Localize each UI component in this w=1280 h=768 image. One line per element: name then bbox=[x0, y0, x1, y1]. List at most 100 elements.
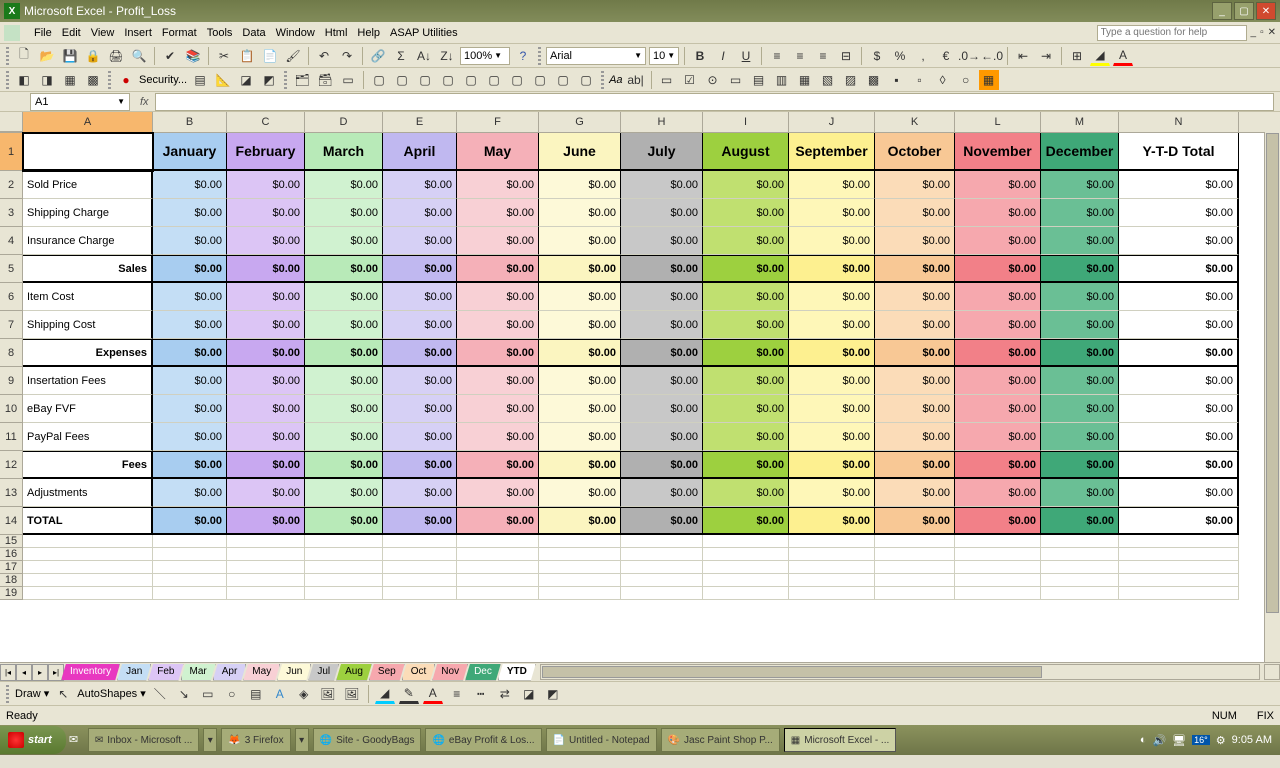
cell-5-L[interactable]: $0.00 bbox=[955, 255, 1041, 283]
tb-icon[interactable]: ○ bbox=[956, 70, 976, 90]
cell-12-M[interactable]: $0.00 bbox=[1041, 451, 1119, 479]
tb-icon[interactable]: ▧ bbox=[818, 70, 838, 90]
underline-button[interactable]: U bbox=[736, 46, 756, 66]
cell-14-E[interactable]: $0.00 bbox=[383, 507, 457, 535]
cell-2-H[interactable]: $0.00 bbox=[621, 171, 703, 199]
cell-18-H[interactable] bbox=[621, 574, 703, 587]
tb-icon[interactable]: ◪ bbox=[236, 70, 256, 90]
row-header-6[interactable]: 6 bbox=[0, 283, 23, 311]
cell-9-N[interactable]: $0.00 bbox=[1119, 367, 1239, 395]
line-icon[interactable]: ＼ bbox=[150, 684, 170, 704]
cell-18-J[interactable] bbox=[789, 574, 875, 587]
cell-10-N[interactable]: $0.00 bbox=[1119, 395, 1239, 423]
cell-4-F[interactable]: $0.00 bbox=[457, 227, 539, 255]
row-header-17[interactable]: 17 bbox=[0, 561, 23, 574]
cell-15-D[interactable] bbox=[305, 535, 383, 548]
cell-15-H[interactable] bbox=[621, 535, 703, 548]
cell-13-N[interactable]: $0.00 bbox=[1119, 479, 1239, 507]
cell-5-J[interactable]: $0.00 bbox=[789, 255, 875, 283]
cell-2-C[interactable]: $0.00 bbox=[227, 171, 305, 199]
row-header-3[interactable]: 3 bbox=[0, 199, 23, 227]
cell-17-L[interactable] bbox=[955, 561, 1041, 574]
cell-9-C[interactable]: $0.00 bbox=[227, 367, 305, 395]
cell-16-A[interactable] bbox=[23, 548, 153, 561]
cell-6-L[interactable]: $0.00 bbox=[955, 283, 1041, 311]
tb-icon[interactable]: ▤ bbox=[749, 70, 769, 90]
oval-icon[interactable]: ○ bbox=[222, 684, 242, 704]
design-mode-icon[interactable]: 📐 bbox=[213, 70, 233, 90]
cell-6-G[interactable]: $0.00 bbox=[539, 283, 621, 311]
cell-16-M[interactable] bbox=[1041, 548, 1119, 561]
tb-icon[interactable]: ◧ bbox=[14, 70, 34, 90]
cell-7-H[interactable]: $0.00 bbox=[621, 311, 703, 339]
minimize-button[interactable]: _ bbox=[1212, 2, 1232, 20]
cell-5-F[interactable]: $0.00 bbox=[457, 255, 539, 283]
cell-5-E[interactable]: $0.00 bbox=[383, 255, 457, 283]
cell-14-J[interactable]: $0.00 bbox=[789, 507, 875, 535]
cell-12-I[interactable]: $0.00 bbox=[703, 451, 789, 479]
vba-icon[interactable]: ▤ bbox=[190, 70, 210, 90]
cell-7-N[interactable]: $0.00 bbox=[1119, 311, 1239, 339]
column-header-I[interactable]: I bbox=[703, 112, 789, 132]
cell-6-I[interactable]: $0.00 bbox=[703, 283, 789, 311]
cell-19-G[interactable] bbox=[539, 587, 621, 600]
formula-bar[interactable] bbox=[155, 93, 1274, 111]
row-header-14[interactable]: 14 bbox=[0, 507, 23, 535]
wordart-icon[interactable]: A bbox=[270, 684, 290, 704]
cell-19-I[interactable] bbox=[703, 587, 789, 600]
cell-17-B[interactable] bbox=[153, 561, 227, 574]
row-header-10[interactable]: 10 bbox=[0, 395, 23, 423]
name-box[interactable]: A1 ▼ bbox=[30, 93, 130, 111]
mdi-minimize[interactable]: _ bbox=[1251, 27, 1257, 38]
cell-16-C[interactable] bbox=[227, 548, 305, 561]
cell-7-B[interactable]: $0.00 bbox=[153, 311, 227, 339]
fill-color-button[interactable]: ◢ bbox=[1090, 46, 1110, 66]
cell-2-B[interactable]: $0.00 bbox=[153, 171, 227, 199]
tab-prev-button[interactable]: ◂ bbox=[16, 664, 32, 681]
row-label-shipping-charge[interactable]: Shipping Charge bbox=[23, 199, 153, 227]
cell-11-N[interactable]: $0.00 bbox=[1119, 423, 1239, 451]
header-cell-july[interactable]: July bbox=[621, 133, 703, 171]
cell-18-A[interactable] bbox=[23, 574, 153, 587]
row-header-16[interactable]: 16 bbox=[0, 548, 23, 561]
decrease-decimal-button[interactable]: ←.0 bbox=[982, 46, 1002, 66]
cell-10-D[interactable]: $0.00 bbox=[305, 395, 383, 423]
cell-3-F[interactable]: $0.00 bbox=[457, 199, 539, 227]
cell-3-L[interactable]: $0.00 bbox=[955, 199, 1041, 227]
header-cell-april[interactable]: April bbox=[383, 133, 457, 171]
cell-16-I[interactable] bbox=[703, 548, 789, 561]
cell-18-B[interactable] bbox=[153, 574, 227, 587]
cell-4-L[interactable]: $0.00 bbox=[955, 227, 1041, 255]
cell-14-G[interactable]: $0.00 bbox=[539, 507, 621, 535]
cell-9-E[interactable]: $0.00 bbox=[383, 367, 457, 395]
cell-8-C[interactable]: $0.00 bbox=[227, 339, 305, 367]
cell-6-M[interactable]: $0.00 bbox=[1041, 283, 1119, 311]
font-color-icon[interactable]: A bbox=[423, 684, 443, 704]
cell-9-B[interactable]: $0.00 bbox=[153, 367, 227, 395]
row-label-ebay-fvf[interactable]: eBay FVF bbox=[23, 395, 153, 423]
font-selector[interactable]: Arial▼ bbox=[546, 47, 646, 65]
cell-12-B[interactable]: $0.00 bbox=[153, 451, 227, 479]
cell-11-G[interactable]: $0.00 bbox=[539, 423, 621, 451]
column-header-G[interactable]: G bbox=[539, 112, 621, 132]
row-header-13[interactable]: 13 bbox=[0, 479, 23, 507]
tb-icon[interactable]: ▥ bbox=[772, 70, 792, 90]
taskbar-item[interactable]: 🦊3 Firefox bbox=[221, 728, 290, 752]
tab-first-button[interactable]: |◂ bbox=[0, 664, 16, 681]
cell-19-J[interactable] bbox=[789, 587, 875, 600]
header-cell-august[interactable]: August bbox=[703, 133, 789, 171]
sheet-tab-may[interactable]: May bbox=[243, 664, 280, 681]
mdi-close[interactable]: ✕ bbox=[1268, 27, 1276, 38]
tb-icon[interactable]: ☑ bbox=[680, 70, 700, 90]
cell-14-L[interactable]: $0.00 bbox=[955, 507, 1041, 535]
paste-button[interactable]: 📄 bbox=[260, 46, 280, 66]
cell-3-D[interactable]: $0.00 bbox=[305, 199, 383, 227]
sheet-tab-jul[interactable]: Jul bbox=[308, 664, 339, 681]
comma-button[interactable]: , bbox=[913, 46, 933, 66]
cell-13-D[interactable]: $0.00 bbox=[305, 479, 383, 507]
sheet-tab-jun[interactable]: Jun bbox=[277, 664, 311, 681]
column-header-C[interactable]: C bbox=[227, 112, 305, 132]
cell-9-J[interactable]: $0.00 bbox=[789, 367, 875, 395]
cell-15-N[interactable] bbox=[1119, 535, 1239, 548]
cell-17-F[interactable] bbox=[457, 561, 539, 574]
